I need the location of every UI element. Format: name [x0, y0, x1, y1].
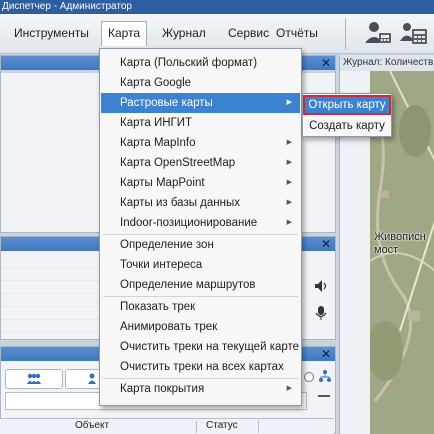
submenu-arrow-icon: ▶ [286, 99, 292, 106]
menu-item-label: Показать трек [120, 301, 196, 313]
menu-item-raster-maps[interactable]: Растровые карты ▶ [101, 93, 300, 113]
collapse-icon[interactable] [318, 395, 330, 397]
menu-tools[interactable]: Инструменты [8, 22, 95, 44]
menu-item-label: Очистить треки на всех картах [120, 361, 284, 373]
menu-map[interactable]: Карта [101, 21, 148, 46]
submenu-arrow-icon: ▶ [286, 159, 292, 166]
map-place-label: Живописн мост [374, 231, 426, 257]
menu-item-label: Определение зон [120, 239, 214, 251]
menu-item-label: Точки интереса [120, 259, 203, 271]
create-map-item[interactable]: Создать карту [303, 116, 391, 136]
toolbar-separator [345, 18, 346, 50]
menu-item-label: Карты MapPoint [120, 177, 205, 189]
menu-item-polish-map[interactable]: Карта (Польский формат) [101, 53, 300, 73]
menu-item-label: Карта Google [120, 77, 192, 89]
close-icon[interactable]: ✕ [321, 57, 331, 69]
single-object-button[interactable] [65, 369, 101, 389]
menu-item-google-map[interactable]: Карта Google [101, 73, 300, 93]
close-icon[interactable]: ✕ [321, 238, 331, 250]
menu-item-clear-tracks-current[interactable]: Очистить треки на текущей карте [101, 337, 300, 357]
submenu-arrow-icon: ▶ [286, 199, 292, 206]
menu-item-label: Карта (Польский формат) [120, 57, 258, 69]
menu-item-mappoint[interactable]: Карты MapPoint ▶ [101, 173, 300, 193]
open-map-item[interactable]: Открыть карту [303, 95, 391, 115]
menu-item-ingit-map[interactable]: Карта ИНГИТ [101, 113, 300, 133]
menu-item-label: Карта ИНГИТ [120, 117, 193, 129]
objects-table-header: Объект Статус [0, 418, 334, 434]
users-group-icon [27, 373, 41, 384]
submenu-arrow-icon: ▶ [286, 385, 292, 392]
hierarchy-icon[interactable] [318, 369, 332, 383]
menu-item-mapinfo[interactable]: Карта MapInfo ▶ [101, 133, 300, 153]
journal-panel-title: Журнал: Количеств [340, 55, 434, 72]
close-icon[interactable]: ✕ [321, 348, 331, 360]
menu-item-show-track[interactable]: Показать трек [101, 297, 300, 317]
menu-item-openstreetmap[interactable]: Карта OpenStreetMap ▶ [101, 153, 300, 173]
raster-maps-submenu: Открыть карту Создать карту [302, 93, 392, 137]
microphone-icon[interactable] [315, 305, 327, 321]
submenu-arrow-icon: ▶ [286, 139, 292, 146]
group-objects-button[interactable] [5, 369, 63, 389]
menu-item-label: Карта MapInfo [120, 137, 196, 149]
menu-item-label: Indoor-позиционирование [120, 217, 258, 229]
menu-item-label: Растровые карты [120, 97, 213, 109]
menu-item-indoor-positioning[interactable]: Indoor-позиционирование ▶ [101, 213, 300, 233]
menu-item-animate-track[interactable]: Анимировать трек [101, 317, 300, 337]
column-divider [258, 421, 259, 433]
submenu-arrow-icon: ▶ [286, 219, 292, 226]
menu-item-points-of-interest[interactable]: Точки интереса [101, 255, 300, 275]
menu-item-label: Карты из базы данных [120, 197, 241, 209]
menu-item-clear-tracks-all[interactable]: Очистить треки на всех картах [101, 357, 300, 377]
column-divider [196, 421, 197, 433]
operator-terminal-icon [400, 23, 427, 44]
menu-item-label: Очистить треки на текущей карте [120, 341, 300, 353]
menu-item-database-maps[interactable]: Карты из базы данных ▶ [101, 193, 300, 213]
menu-item-route-definition[interactable]: Определение маршрутов [101, 275, 300, 295]
map-dropdown-menu: Карта (Польский формат) Карта Google Рас… [99, 48, 302, 406]
map-label-line-1: Живописн [374, 231, 426, 243]
menu-item-label: Определение маршрутов [120, 279, 256, 291]
window-title: Диспетчер - Администратор [0, 0, 434, 14]
dispatcher-phone-button[interactable] [362, 19, 394, 49]
menu-item-label: Карта покрытия [120, 383, 205, 395]
column-object[interactable]: Объект [75, 420, 109, 431]
menu-service[interactable]: Сервис [222, 22, 275, 44]
speaker-icon[interactable] [314, 279, 328, 293]
radio-icon[interactable] [303, 371, 315, 383]
menu-item-coverage-map[interactable]: Карта покрытия ▶ [101, 379, 300, 399]
column-status[interactable]: Статус [206, 420, 238, 431]
dispatcher-phone-icon [365, 22, 391, 43]
operator-terminal-button[interactable] [398, 19, 430, 49]
user-icon [88, 373, 96, 384]
submenu-arrow-icon: ▶ [286, 179, 292, 186]
menu-item-label: Карта OpenStreetMap [120, 157, 236, 169]
menu-journal[interactable]: Журнал [156, 22, 212, 44]
menu-reports[interactable]: Отчёты [270, 22, 324, 44]
menu-item-label: Анимировать трек [120, 321, 218, 333]
map-label-line-2: мост [374, 244, 399, 256]
menu-item-zone-definition[interactable]: Определение зон [101, 235, 300, 255]
